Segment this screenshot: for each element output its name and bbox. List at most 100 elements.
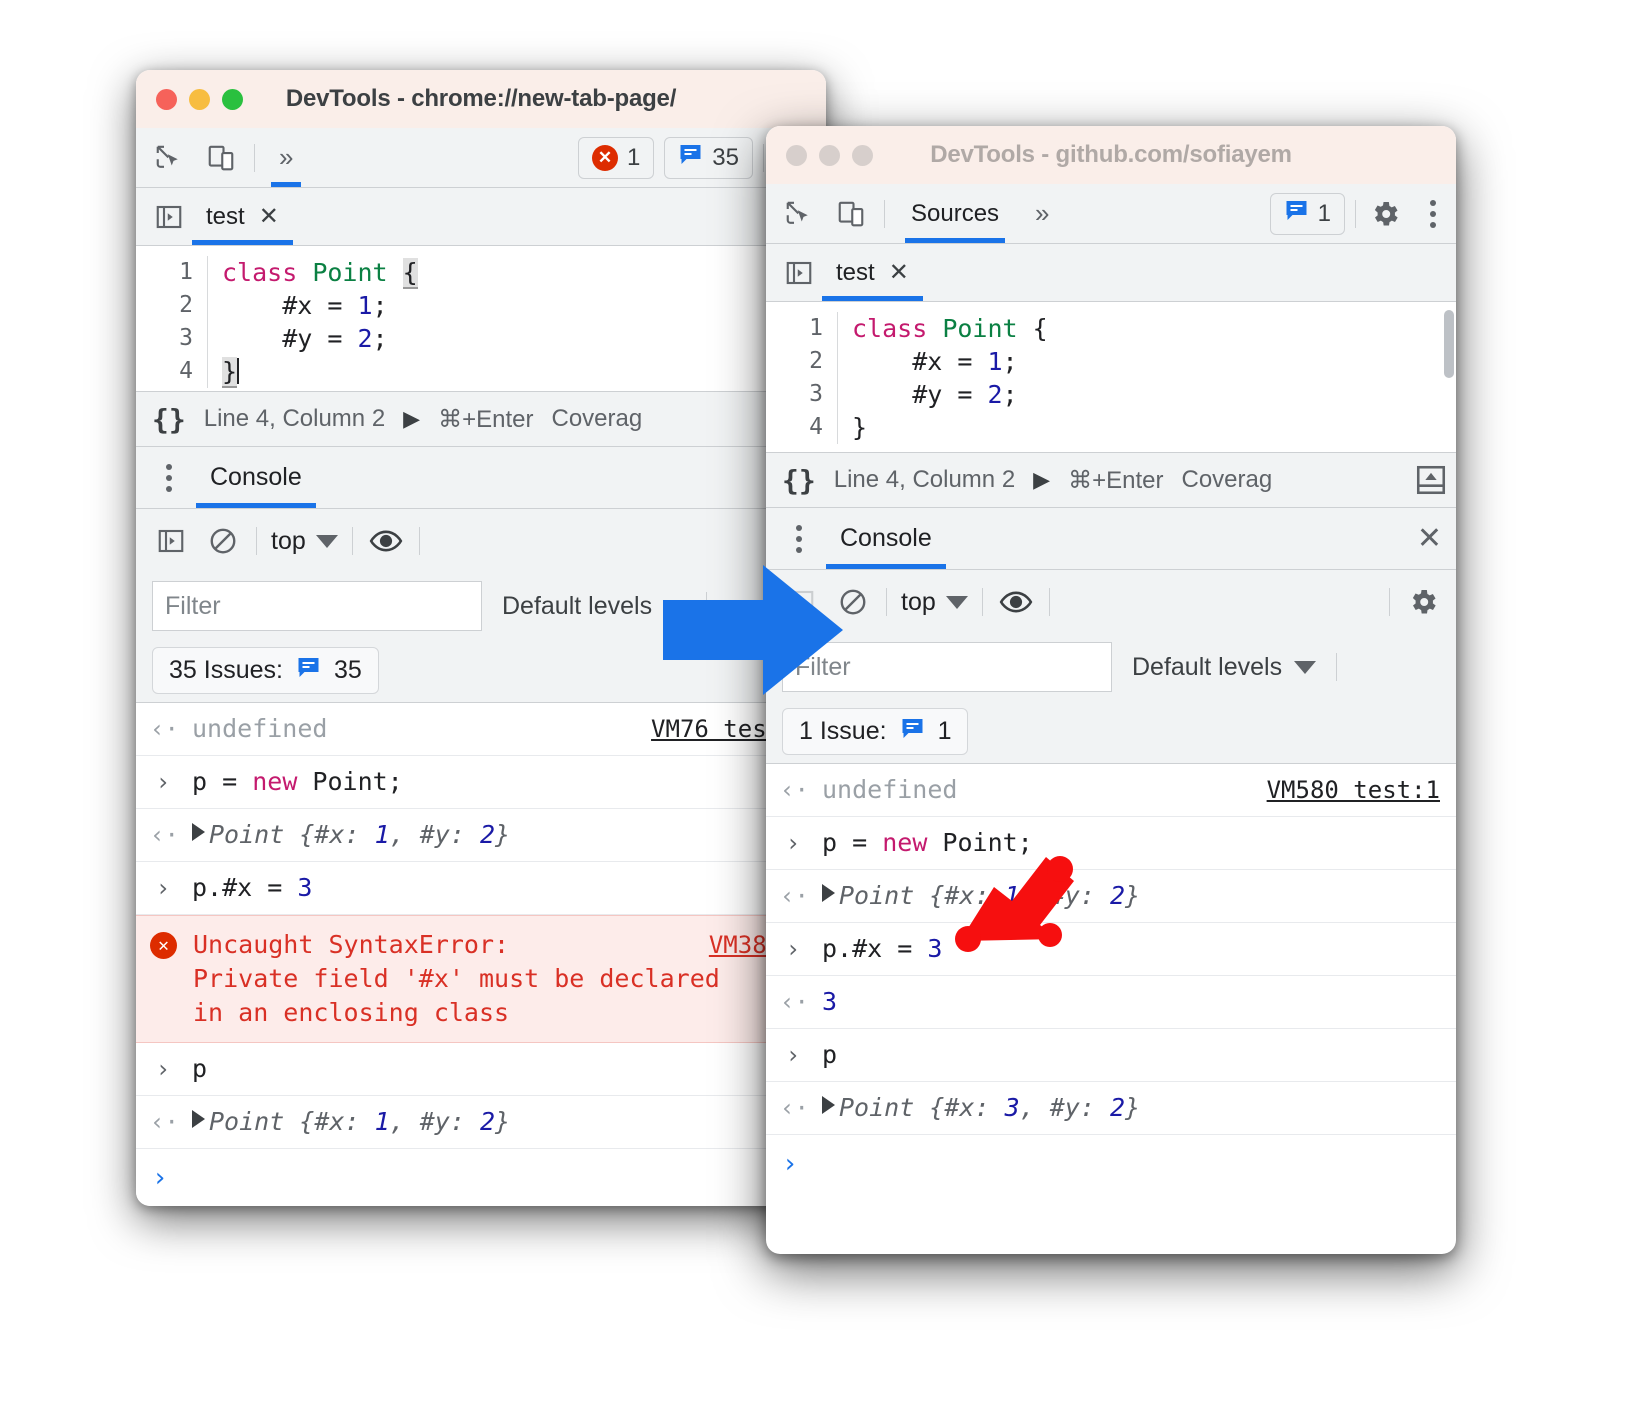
drawer-tab-console[interactable]: Console [826, 508, 946, 569]
expand-triangle-icon[interactable] [822, 884, 835, 902]
close-drawer-icon[interactable]: ✕ [1417, 521, 1442, 556]
console-message-error[interactable]: ✕ Uncaught SyntaxError: Private field '#… [136, 915, 826, 1043]
right-devtools-window[interactable]: DevTools - github.com/sofiayem Sources » [766, 126, 1456, 1254]
left-window-titlebar[interactable]: DevTools - chrome://new-tab-page/ [136, 70, 826, 128]
console-message-input[interactable]: › p [766, 1029, 1456, 1082]
right-counters[interactable]: 1 [1269, 192, 1450, 235]
coverage-label[interactable]: Coverag [1181, 466, 1272, 494]
console-message-input[interactable]: › p = new Point; [136, 756, 826, 809]
log-levels-dropdown[interactable]: Default levels [1132, 653, 1317, 682]
left-file-tabstrip[interactable]: test ✕ [136, 188, 826, 246]
console-message-input[interactable]: › p = new Point; [766, 817, 1456, 870]
right-devtools-toolbar[interactable]: Sources » 1 [766, 184, 1456, 244]
result-arrow-icon: ‹· [150, 715, 179, 743]
execution-context-label: top [901, 587, 936, 616]
close-icon[interactable]: ✕ [889, 258, 909, 287]
console-divider-4 [1389, 588, 1390, 616]
inspect-cursor-icon[interactable] [780, 195, 818, 233]
clear-console-icon[interactable] [204, 522, 242, 560]
left-editor-statusbar[interactable]: {} Line 4, Column 2 ▶ ⌘+Enter Coverag [136, 391, 826, 447]
inspect-cursor-icon[interactable] [150, 139, 188, 177]
run-snippet-icon[interactable]: ▶ [1033, 467, 1050, 493]
log-levels-dropdown[interactable]: Default levels [502, 592, 687, 621]
console-prompt[interactable]: › [136, 1149, 826, 1206]
close-icon[interactable]: ✕ [259, 202, 279, 231]
traffic-lights[interactable] [786, 144, 873, 166]
error-icon: ✕ [150, 932, 177, 959]
live-expression-icon[interactable] [367, 522, 405, 560]
console-message-input[interactable]: › p.#x = 3 [136, 862, 826, 915]
kebab-menu-icon[interactable] [782, 524, 816, 553]
console-message-result[interactable]: ‹· 3 [766, 976, 1456, 1029]
gear-icon[interactable] [1404, 583, 1442, 621]
message-source-link[interactable]: VM580 test:1 [1267, 773, 1440, 807]
pretty-print-icon[interactable]: {} [782, 464, 816, 497]
expand-triangle-icon[interactable] [192, 823, 205, 841]
show-navigator-icon[interactable] [150, 198, 188, 236]
left-drawer-header[interactable]: Console [136, 447, 826, 509]
console-message-input[interactable]: › p [136, 1043, 826, 1096]
panel-tab-sources[interactable]: Sources [899, 185, 1011, 243]
gear-icon[interactable] [1366, 195, 1404, 233]
file-tab-test[interactable]: test ✕ [822, 244, 923, 301]
console-message-result[interactable]: ‹· undefined VM76 test:1 [136, 703, 826, 756]
console-message-result[interactable]: ‹· Point {#x: 1, #y: 2} [766, 870, 1456, 923]
right-code-editor[interactable]: 1 class Point { 2 #x = 1; 3 #y = 2; 4 } [766, 302, 1456, 452]
left-console-output[interactable]: ‹· undefined VM76 test:1 › p = new Point… [136, 703, 826, 1206]
issue-counter[interactable]: 35 [664, 136, 753, 179]
error-counter[interactable]: ✕ 1 [577, 136, 655, 179]
drawer-tab-console[interactable]: Console [196, 447, 316, 508]
left-code-editor[interactable]: 1 class Point { 2 #x = 1; 3 #y = 2; 4 } [136, 246, 826, 391]
message-text: p.#x = 3 [822, 934, 943, 963]
issues-button[interactable]: 1 Issue: 1 [782, 708, 969, 755]
execution-context-selector[interactable]: top [901, 588, 968, 617]
right-drawer-header[interactable]: Console ✕ [766, 508, 1456, 570]
maximize-window-button[interactable] [852, 144, 873, 166]
expand-triangle-icon[interactable] [822, 1096, 835, 1114]
right-console-output[interactable]: ‹· undefined VM580 test:1 › p = new Poin… [766, 764, 1456, 1193]
execution-context-selector[interactable]: top [271, 527, 338, 556]
right-editor-statusbar[interactable]: {} Line 4, Column 2 ▶ ⌘+Enter Coverag [766, 452, 1456, 508]
right-file-tabstrip[interactable]: test ✕ [766, 244, 1456, 302]
left-devtools-toolbar[interactable]: » ✕ 1 35 [136, 128, 826, 188]
console-message-result[interactable]: ‹· undefined VM580 test:1 [766, 764, 1456, 817]
close-window-button[interactable] [786, 144, 807, 166]
right-issues-bar[interactable]: 1 Issue: 1 [766, 700, 1456, 764]
console-message-result[interactable]: ‹· Point {#x: 3, #y: 2} [766, 1082, 1456, 1135]
console-sidebar-icon[interactable] [152, 522, 190, 560]
message-text: p [822, 1040, 838, 1069]
more-panels-button[interactable]: » [1025, 185, 1059, 243]
filter-input[interactable] [152, 581, 482, 631]
left-console-toolbar[interactable]: top [136, 509, 826, 573]
right-filter-row[interactable]: Default levels [766, 634, 1456, 700]
console-prompt[interactable]: › [766, 1135, 1456, 1193]
pretty-print-icon[interactable]: {} [152, 403, 186, 436]
right-window-titlebar[interactable]: DevTools - github.com/sofiayem [766, 126, 1456, 184]
close-window-button[interactable] [156, 88, 177, 110]
minimize-window-button[interactable] [189, 88, 210, 110]
kebab-menu-icon[interactable] [152, 463, 186, 492]
run-shortcut-label: ⌘+Enter [1068, 466, 1164, 494]
kebab-menu-icon[interactable] [1416, 199, 1450, 228]
show-navigator-icon[interactable] [780, 254, 818, 292]
more-panels-button[interactable]: » [269, 129, 303, 187]
traffic-lights[interactable] [156, 88, 243, 110]
show-drawer-icon[interactable] [1414, 463, 1448, 497]
right-console-toolbar[interactable]: top [766, 570, 1456, 634]
device-toolbar-icon[interactable] [202, 139, 240, 177]
expand-triangle-icon[interactable] [192, 1110, 205, 1128]
run-snippet-icon[interactable]: ▶ [403, 406, 420, 432]
coverage-label[interactable]: Coverag [551, 405, 642, 433]
issue-counter[interactable]: 1 [1269, 192, 1345, 235]
live-expression-icon[interactable] [997, 583, 1035, 621]
minimize-window-button[interactable] [819, 144, 840, 166]
device-toolbar-icon[interactable] [832, 195, 870, 233]
console-message-result[interactable]: ‹· Point {#x: 1, #y: 2} [136, 809, 826, 862]
console-message-input[interactable]: › p.#x = 3 [766, 923, 1456, 976]
editor-scrollbar[interactable] [1444, 310, 1454, 378]
toolbar-divider-2 [1355, 199, 1356, 228]
console-message-result[interactable]: ‹· Point {#x: 1, #y: 2} [136, 1096, 826, 1149]
file-tab-test[interactable]: test ✕ [192, 188, 293, 245]
issues-button[interactable]: 35 Issues: 35 [152, 647, 379, 694]
maximize-window-button[interactable] [222, 88, 243, 110]
